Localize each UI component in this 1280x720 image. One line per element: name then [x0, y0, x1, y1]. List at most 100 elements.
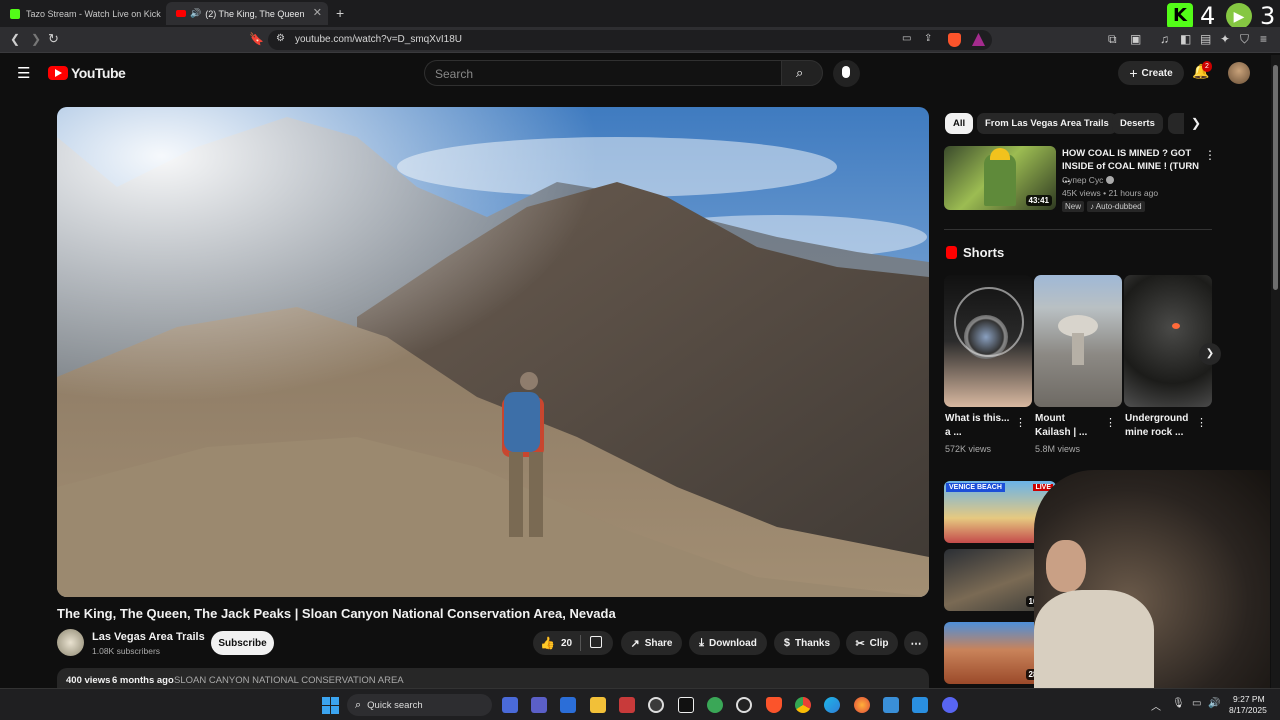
thumbs-up-icon: 👍	[540, 636, 555, 650]
vscode-icon[interactable]	[912, 697, 928, 713]
channel-name[interactable]: Las Vegas Area Trails	[92, 631, 205, 643]
short-title-2[interactable]: Mount Kailash | ...	[1035, 412, 1101, 440]
menu-icon[interactable]: ≡	[1260, 33, 1267, 45]
section-divider	[944, 229, 1212, 230]
quick-search-box[interactable]: ⌕ Quick search	[347, 694, 492, 716]
app-r-icon[interactable]	[560, 697, 576, 713]
chip-all[interactable]: All	[945, 113, 974, 134]
extensions-icon[interactable]: ⧉	[1108, 33, 1117, 45]
address-bar[interactable]: ⚙ youtube.com/watch?v=D_smqXvI18U ▭ ⇪	[268, 30, 992, 50]
dislike-button[interactable]	[590, 636, 602, 651]
scrollbar-thumb[interactable]	[1273, 65, 1278, 290]
like-button[interactable]: 👍 20	[540, 636, 572, 650]
back-icon[interactable]: ❮	[10, 33, 20, 45]
download-button[interactable]: ⤓ Download	[689, 631, 767, 655]
wallet-icon[interactable]: ▤	[1200, 33, 1211, 45]
app-infinity-icon[interactable]	[883, 697, 899, 713]
recommended-channel[interactable]: Супер Сус	[1062, 175, 1115, 185]
avatar[interactable]	[1228, 62, 1250, 84]
widgets-icon[interactable]	[502, 697, 518, 713]
microphone-tray-icon[interactable]: 🎙	[1172, 698, 1185, 709]
search-button[interactable]: ⌕	[781, 60, 823, 86]
edge-icon[interactable]	[824, 697, 840, 713]
calendar-app-icon[interactable]	[619, 697, 635, 713]
close-tab-icon[interactable]: ✕	[313, 6, 322, 19]
store-icon[interactable]	[531, 697, 547, 713]
thanks-button[interactable]: $ Thanks	[774, 631, 840, 655]
firefox-icon[interactable]	[854, 697, 870, 713]
speaker-icon[interactable]: 🔊	[190, 8, 201, 19]
brave-rewards-icon[interactable]	[972, 33, 985, 46]
brave-shields-icon[interactable]	[948, 33, 961, 47]
clock-time[interactable]: 9:27 PM	[1233, 694, 1265, 704]
start-button[interactable]	[322, 697, 339, 714]
search-box[interactable]	[424, 60, 782, 86]
clock-date[interactable]: 8/17/2025	[1229, 705, 1267, 715]
tray-chevron-icon[interactable]: ︿	[1151, 698, 1161, 713]
sidebar-icon[interactable]: ◧	[1180, 33, 1191, 45]
site-settings-icon[interactable]: ⚙	[276, 34, 285, 44]
brave-icon[interactable]	[766, 697, 782, 713]
hamburger-menu-icon[interactable]: ☰	[17, 64, 30, 82]
file-explorer-icon[interactable]	[590, 697, 606, 713]
reload-icon[interactable]: ↻	[48, 32, 59, 45]
chip-deserts[interactable]: Deserts	[1112, 113, 1163, 134]
vpn-icon[interactable]: ⛉	[1240, 33, 1249, 45]
duration-badge: 43:41	[1025, 195, 1052, 206]
video-player[interactable]	[57, 107, 929, 597]
create-button[interactable]: + Create	[1118, 61, 1184, 85]
shorts-heading: Shorts	[946, 245, 1004, 260]
music-icon[interactable]: ♫	[1160, 33, 1169, 45]
short-thumbnail-1[interactable]	[944, 275, 1032, 407]
clip-button[interactable]: ✂ Clip	[846, 631, 898, 655]
chrome-beta-icon[interactable]	[707, 697, 723, 713]
browser-tab-bar: Tazo Stream - Watch Live on Kick 🔊 (2) T…	[0, 0, 1280, 30]
short-title-1[interactable]: What is this... a ...	[945, 412, 1011, 440]
share-button[interactable]: ↗ Share	[621, 631, 682, 655]
short-thumbnail-3[interactable]	[1124, 275, 1212, 407]
notifications-button[interactable]: 🔔 2	[1192, 61, 1212, 83]
chevron-right-icon: ❯	[1205, 348, 1215, 359]
leo-ai-icon[interactable]: ✦	[1220, 33, 1230, 45]
youtube-header: ☰ YouTube ⌕ + Create 🔔 2	[0, 53, 1270, 93]
discord-icon[interactable]	[942, 697, 958, 713]
obs-icon[interactable]	[736, 697, 752, 713]
short-more-icon-3[interactable]: ⋮	[1196, 416, 1207, 429]
page-scrollbar[interactable]	[1271, 55, 1280, 688]
subscribe-button[interactable]: Subscribe	[211, 631, 274, 655]
short-thumbnail-2[interactable]	[1034, 275, 1122, 407]
tab-youtube[interactable]: 🔊 (2) The King, The Queen, The Jack Peak…	[166, 2, 328, 25]
forward-icon[interactable]: ❯	[31, 33, 41, 45]
media-icon[interactable]: ▣	[1130, 33, 1141, 45]
recommended-thumbnail[interactable]: 43:41	[944, 146, 1056, 210]
overlay-counter-1: 4	[1200, 2, 1216, 30]
overlay-counter-2: 3	[1260, 2, 1276, 30]
shorts-label: Shorts	[963, 245, 1005, 260]
share-page-icon[interactable]: ⇪	[924, 34, 932, 44]
search-input[interactable]	[435, 66, 765, 82]
capcut-icon[interactable]	[678, 697, 694, 713]
voice-search-button[interactable]	[833, 60, 860, 87]
cast-icon[interactable]: ▭	[902, 34, 911, 44]
bookmark-icon[interactable]: 🔖	[249, 33, 264, 45]
short-more-icon-1[interactable]: ⋮	[1015, 416, 1026, 429]
chips-next-icon[interactable]: ❯	[1191, 116, 1201, 130]
share-icon: ↗	[630, 637, 640, 650]
new-tab-button[interactable]: +	[336, 5, 344, 21]
volume-icon[interactable]: 🔊	[1208, 698, 1220, 709]
short-title-3[interactable]: Underground mine rock ...	[1125, 412, 1195, 440]
chrome-icon[interactable]	[795, 697, 811, 713]
kick-overlay-icon: K	[1167, 3, 1193, 29]
location-tag[interactable]: SLOAN CANYON NATIONAL CONSERVATION AREA	[174, 675, 404, 686]
youtube-favicon-icon	[176, 10, 186, 17]
more-vertical-icon[interactable]: ⋮	[1204, 148, 1216, 162]
more-actions-button[interactable]: ⋯	[904, 631, 928, 655]
shorts-next-button[interactable]: ❯	[1199, 343, 1221, 365]
clock-app-icon[interactable]	[648, 697, 664, 713]
short-more-icon-2[interactable]: ⋮	[1105, 416, 1116, 429]
youtube-logo[interactable]: YouTube	[48, 65, 126, 81]
tab-kick[interactable]: Tazo Stream - Watch Live on Kick	[0, 2, 162, 25]
chip-from-channel[interactable]: From Las Vegas Area Trails	[977, 113, 1117, 134]
channel-avatar[interactable]	[57, 629, 84, 656]
network-icon[interactable]: ▭	[1192, 698, 1201, 709]
